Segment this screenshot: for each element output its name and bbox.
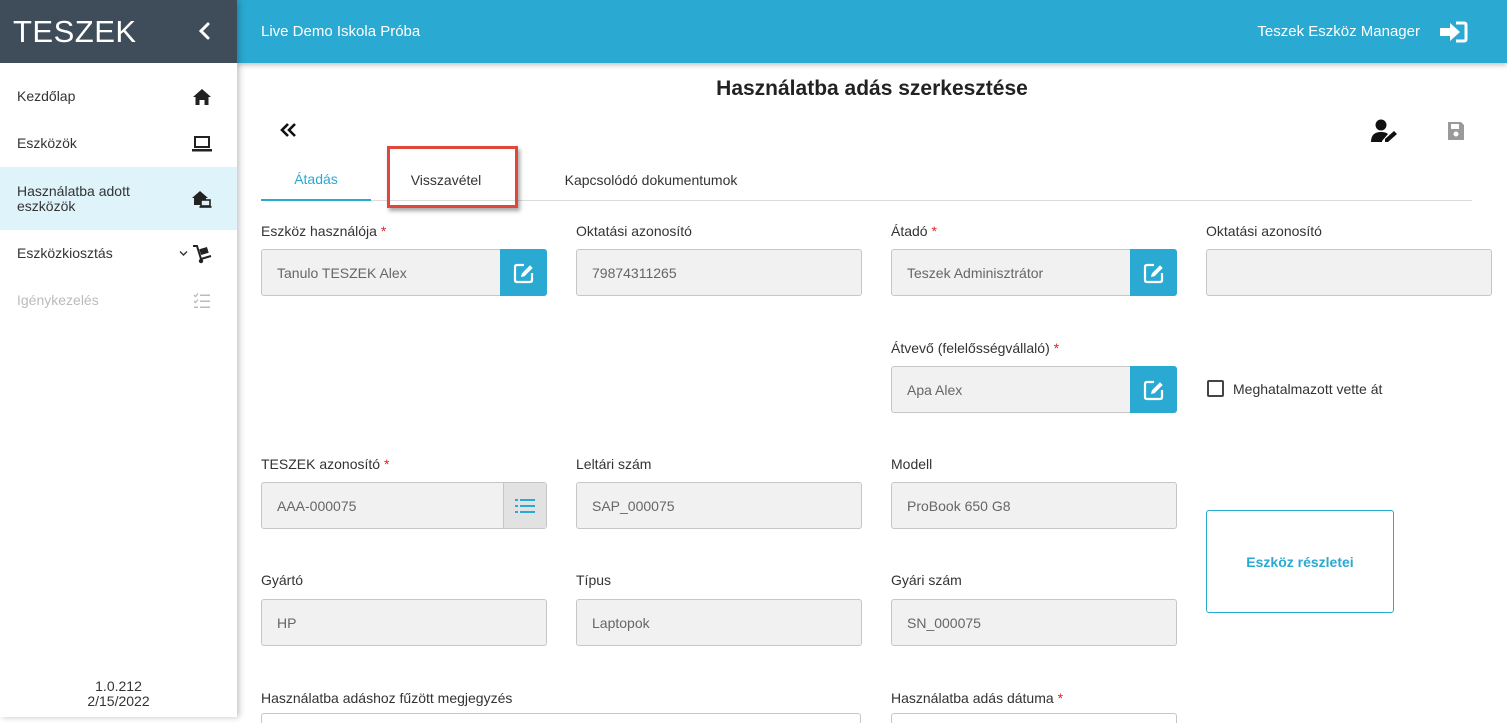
type-label: Típus [576,572,612,588]
proxy-checkbox-label: Meghatalmazott vette át [1233,380,1383,397]
required-mark: * [1057,690,1064,706]
sidebar: TESZEK Kezdőlap Eszközök Használatba ado… [0,0,237,717]
serial-no-field[interactable]: SN_000075 [891,599,1177,646]
inventory-no-label: Leltári szám [576,456,652,472]
required-mark: * [931,223,937,239]
user-field[interactable]: Tanulo TESZEK Alex [261,249,501,296]
user-edit-button[interactable] [500,249,547,296]
school-name: Live Demo Iskola Próba [261,23,421,40]
tab-bar: Átadás Visszavétel Kapcsolódó dokumentum… [261,159,1472,201]
edit-icon [513,263,533,283]
type-field[interactable]: Laptopok [576,599,862,646]
giver-label-text: Átadó [891,223,928,239]
brand-name: TESZEK [13,13,137,49]
user-edu-id-field[interactable]: 79874311265 [576,249,862,296]
receiver-field[interactable]: Apa Alex [891,366,1131,413]
receiver-label: Átvevő (felelősségvállaló) * [891,340,1059,356]
list-icon [515,498,535,513]
edit-icon [1143,263,1163,283]
sidebar-item-devices-in-use[interactable]: Használatba adott eszközök [0,167,237,230]
home-icon [193,88,211,105]
sidebar-item-label: Használatba adott eszközök [17,182,130,214]
date-label: Használatba adás dátuma * [891,690,1063,706]
required-mark: * [1053,340,1060,356]
user-label-text: Eszköz használója [261,223,377,239]
proxy-checkbox-row[interactable]: Meghatalmazott vette át [1207,380,1382,397]
user-label: Eszköz használója * [261,223,386,239]
tab-handover[interactable]: Átadás [261,159,371,201]
manufacturer-field[interactable]: HP [261,599,547,646]
serial-no-label: Gyári szám [891,572,962,588]
sidebar-item-label: Eszközkiosztás [17,245,113,261]
edit-icon [1143,380,1163,400]
giver-edit-button[interactable] [1130,249,1177,296]
version-info: 1.0.212 2/15/2022 [0,679,237,709]
teszek-id-label: TESZEK azonosító * [261,456,389,472]
device-details-button[interactable]: Eszköz részletei [1206,510,1394,613]
giver-edu-id-label: Oktatási azonosító [1206,223,1322,239]
top-bar: Live Demo Iskola Próba Teszek Eszköz Man… [237,0,1507,63]
laptop-icon [192,135,212,151]
brand-header: TESZEK [0,0,237,63]
sidebar-item-allocation[interactable]: Eszközkiosztás [0,230,237,277]
giver-label: Átadó * [891,223,937,239]
sidebar-item-label: Eszközök [17,135,77,151]
date-field[interactable] [891,713,1177,723]
teszek-id-label-text: TESZEK azonosító [261,456,381,472]
giver-field[interactable]: Teszek Adminisztrátor [891,249,1131,296]
tab-return[interactable]: Visszavétel [391,159,501,201]
receiver-label-text: Átvevő (felelősségvállaló) [891,340,1050,356]
house-laptop-icon [192,190,212,208]
build-date: 2/15/2022 [87,693,150,709]
user-edu-id-label: Oktatási azonosító [576,223,692,239]
giver-edu-id-field[interactable] [1206,249,1492,296]
logout-icon[interactable] [1438,21,1468,43]
top-bar-right: Teszek Eszköz Manager [1257,21,1468,43]
sidebar-nav: Kezdőlap Eszközök Használatba adott eszk… [0,73,237,324]
note-field[interactable] [261,713,861,723]
receiver-edit-button[interactable] [1130,366,1177,413]
model-label: Modell [891,456,933,472]
sidebar-item-home[interactable]: Kezdőlap [0,73,237,120]
save-icon[interactable] [1446,120,1466,142]
tab-related-documents[interactable]: Kapcsolódó dokumentumok [541,159,761,201]
sidebar-item-label: Igénykezelés [17,292,99,308]
double-chevron-left-icon[interactable] [278,119,300,141]
checklist-icon [193,292,210,308]
main-content: Használatba adás szerkesztése Átadás Vis… [237,63,1507,723]
sidebar-item-requests[interactable]: Igénykezelés [0,277,237,324]
app-name: Teszek Eszköz Manager [1257,23,1420,40]
dolly-icon [193,244,212,263]
proxy-checkbox[interactable] [1207,380,1224,397]
required-mark: * [380,223,387,239]
chevron-left-icon[interactable] [195,18,215,44]
model-field[interactable]: ProBook 650 G8 [891,482,1177,529]
required-mark: * [383,456,390,472]
inventory-no-field[interactable]: SAP_000075 [576,482,862,529]
sidebar-item-devices[interactable]: Eszközök [0,120,237,167]
teszek-id-list-button[interactable] [503,483,546,528]
page-title: Használatba adás szerkesztése [716,77,1028,100]
version-number: 1.0.212 [95,678,142,694]
sidebar-item-label: Kezdőlap [17,88,76,104]
user-edit-icon[interactable] [1370,118,1400,144]
date-label-text: Használatba adás dátuma [891,690,1054,706]
sidebar-item-icons [178,243,213,265]
note-label: Használatba adáshoz fűzött megjegyzés [261,690,513,706]
chevron-down-icon [179,251,188,256]
manufacturer-label: Gyártó [261,572,304,588]
